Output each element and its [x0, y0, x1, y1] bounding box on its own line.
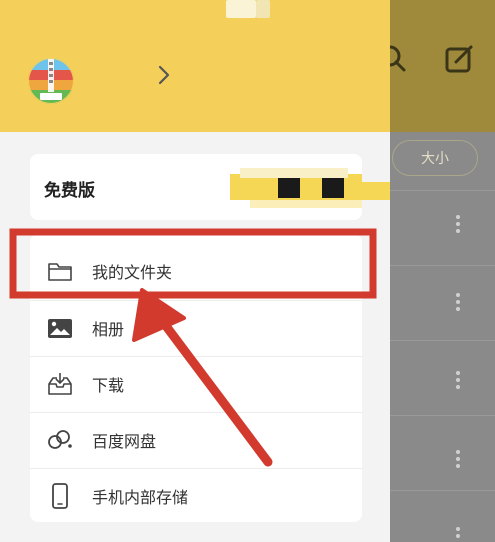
folder-icon: [48, 263, 72, 281]
menu-item-internal-storage[interactable]: 手机内部存储: [30, 468, 362, 524]
list-divider: [380, 415, 495, 416]
sort-by-size-chip[interactable]: 大小: [392, 140, 478, 176]
image-icon: [48, 319, 72, 338]
menu-item-label: 相册: [92, 320, 125, 339]
storage-menu: 我的文件夹 相册 下载 百度网盘 手机内部存储: [30, 234, 362, 522]
more-options-icon[interactable]: [455, 449, 461, 469]
list-divider: [380, 190, 495, 191]
menu-item-label: 下载: [92, 376, 125, 395]
list-divider: [380, 490, 495, 491]
more-options-icon[interactable]: [455, 370, 461, 390]
blurred-region: [226, 0, 256, 18]
more-options-icon[interactable]: [455, 214, 461, 234]
menu-item-label: 手机内部存储: [92, 488, 189, 507]
menu-item-label: 我的文件夹: [92, 263, 173, 282]
menu-item-label: 百度网盘: [92, 432, 157, 451]
plan-card[interactable]: 免费版: [30, 154, 390, 220]
app-logo-avatar[interactable]: [28, 58, 74, 104]
chevron-right-icon[interactable]: [157, 64, 171, 86]
phone-icon: [52, 483, 68, 509]
blurred-region: [256, 0, 270, 18]
cloud-link-icon: [48, 430, 72, 449]
menu-item-baidu-netdisk[interactable]: 百度网盘: [30, 412, 362, 468]
menu-item-my-folders[interactable]: 我的文件夹: [30, 243, 362, 299]
more-options-icon[interactable]: [455, 526, 461, 542]
plan-label: 免费版: [44, 181, 95, 201]
menu-item-album[interactable]: 相册: [30, 300, 362, 356]
more-options-icon[interactable]: [455, 292, 461, 312]
menu-item-download[interactable]: 下载: [30, 356, 362, 412]
edit-icon[interactable]: [444, 44, 474, 74]
drawer-profile-header[interactable]: [0, 0, 390, 132]
list-divider: [380, 265, 495, 266]
download-tray-icon: [48, 373, 72, 395]
side-drawer: 免费版 我的文件夹 相册 下载 百度网盘 手机内部存储: [0, 0, 390, 542]
redacted-badge: [230, 168, 390, 208]
list-divider: [380, 340, 495, 341]
